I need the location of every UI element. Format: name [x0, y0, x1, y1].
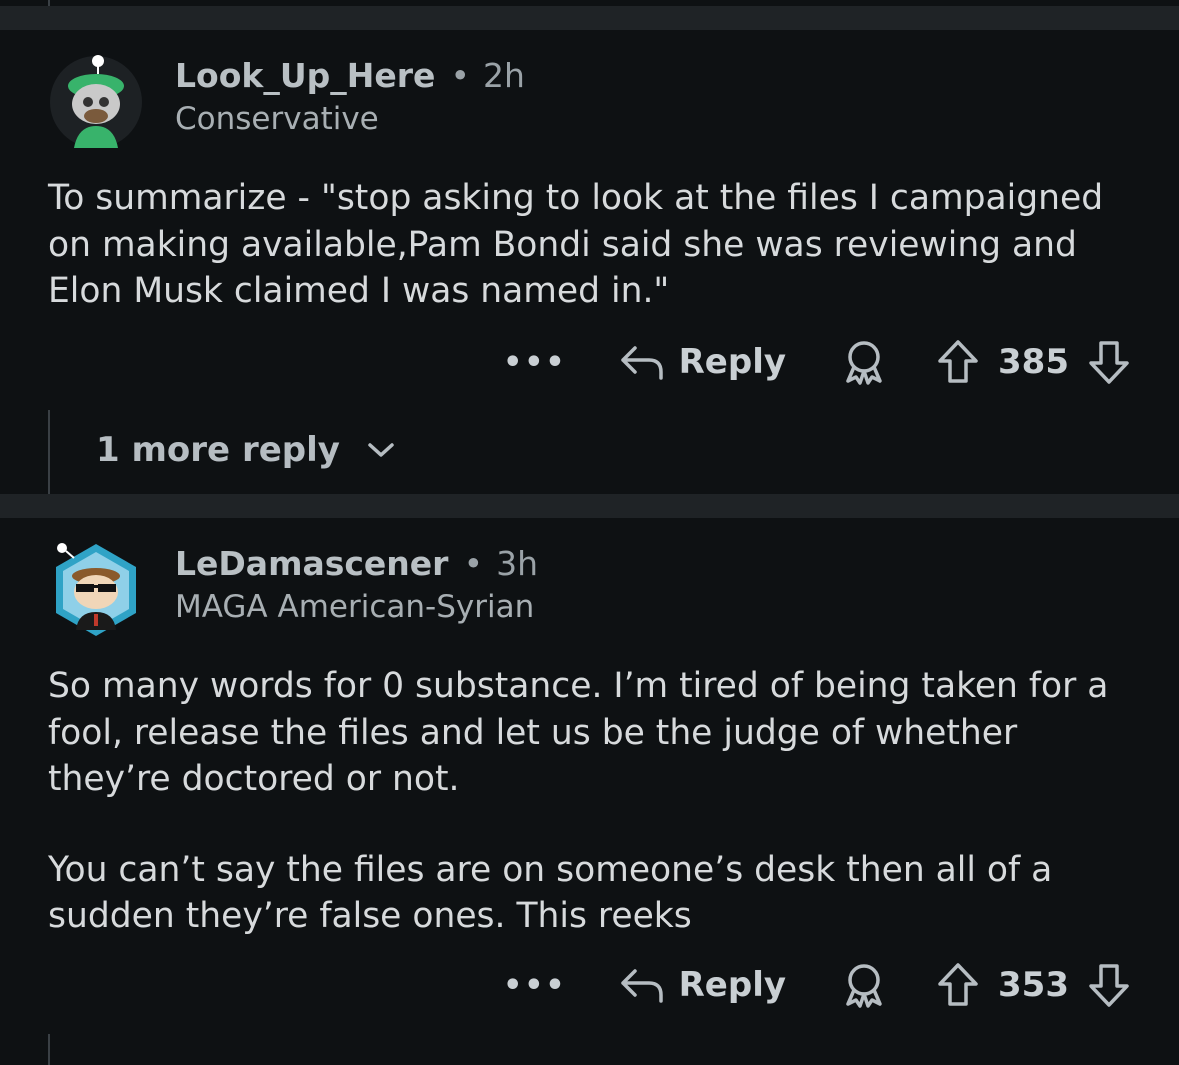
- thread-line: [48, 410, 50, 494]
- reply-button[interactable]: Reply: [619, 965, 842, 1005]
- section-divider: [0, 6, 1179, 30]
- downvote-button[interactable]: [1087, 962, 1131, 1008]
- vote-score: 385: [998, 342, 1069, 382]
- comment-age: 3h: [496, 544, 539, 583]
- thread-line: [48, 1034, 50, 1065]
- chevron-down-icon: [340, 440, 396, 460]
- user-flair: MAGA American-Syrian: [175, 589, 535, 625]
- downvote-icon: [1087, 339, 1131, 385]
- more-replies-label: 1 more reply: [96, 430, 340, 470]
- meta-separator: •: [463, 544, 484, 583]
- upvote-icon: [936, 339, 980, 385]
- username[interactable]: LeDamascener: [175, 544, 448, 583]
- downvote-button[interactable]: [1087, 339, 1131, 385]
- more-options-icon[interactable]: •••: [503, 968, 567, 1003]
- user-flair: Conservative: [175, 101, 379, 137]
- section-divider: [0, 494, 1179, 518]
- reply-button[interactable]: Reply: [619, 342, 842, 382]
- award-icon[interactable]: [842, 962, 886, 1008]
- more-options-icon[interactable]: •••: [503, 345, 567, 380]
- comment-actions: ••• Reply 385: [503, 332, 1131, 392]
- upvote-icon: [936, 962, 980, 1008]
- reply-label: Reply: [678, 965, 787, 1005]
- comment-body: So many words for 0 substance. I’m tired…: [48, 663, 1148, 940]
- reply-arrow-icon: [619, 342, 665, 382]
- vote-score: 353: [998, 965, 1069, 1005]
- comment-age: 2h: [483, 56, 525, 95]
- upvote-button[interactable]: [936, 339, 980, 385]
- user-avatar[interactable]: [48, 52, 144, 148]
- meta-separator: •: [450, 56, 470, 95]
- more-replies-button[interactable]: 1 more reply: [96, 430, 396, 470]
- comment-body: To summarize - "stop asking to look at t…: [48, 175, 1148, 315]
- award-icon[interactable]: [842, 339, 886, 385]
- comment-paragraph: So many words for 0 substance. I’m tired…: [48, 666, 1109, 799]
- comment-paragraph: You can’t say the files are on someone’s…: [48, 849, 1053, 937]
- reply-arrow-icon: [619, 965, 665, 1005]
- comment-actions: ••• Reply 353: [503, 955, 1131, 1015]
- user-avatar[interactable]: [48, 542, 144, 638]
- reply-label: Reply: [678, 342, 787, 382]
- upvote-button[interactable]: [936, 962, 980, 1008]
- comment-paragraph: To summarize - "stop asking to look at t…: [48, 178, 1104, 311]
- thread-line: [48, 0, 50, 6]
- downvote-icon: [1087, 962, 1131, 1008]
- username[interactable]: Look_Up_Here: [175, 56, 435, 95]
